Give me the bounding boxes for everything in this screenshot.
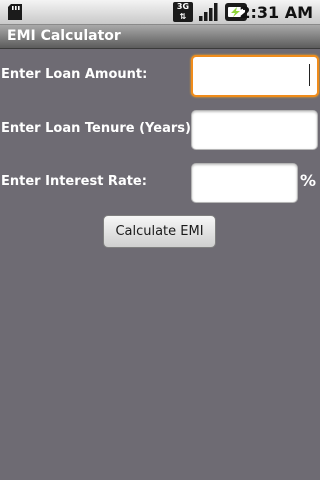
app-title: EMI Calculator — [7, 28, 121, 44]
status-clock: 2:31 AM — [239, 3, 313, 22]
sd-card-icon — [8, 4, 22, 20]
loan-amount-label: Enter Loan Amount: — [1, 67, 148, 82]
loan-amount-input[interactable] — [191, 55, 319, 97]
text-cursor — [309, 64, 310, 86]
interest-rate-label: Enter Interest Rate: — [1, 174, 147, 189]
app-title-bar: EMI Calculator — [0, 25, 320, 49]
signal-strength-icon — [199, 3, 218, 21]
status-bar: 3G ⇅ 2:31 AM — [0, 0, 320, 25]
interest-rate-input[interactable] — [191, 163, 298, 203]
loan-tenure-label: Enter Loan Tenure (Years): — [1, 121, 197, 136]
calculate-emi-button[interactable]: Calculate EMI — [103, 215, 216, 248]
loan-tenure-input[interactable] — [191, 110, 318, 150]
percent-unit-label: % — [300, 171, 317, 190]
network-3g-icon: 3G ⇅ — [173, 2, 193, 22]
